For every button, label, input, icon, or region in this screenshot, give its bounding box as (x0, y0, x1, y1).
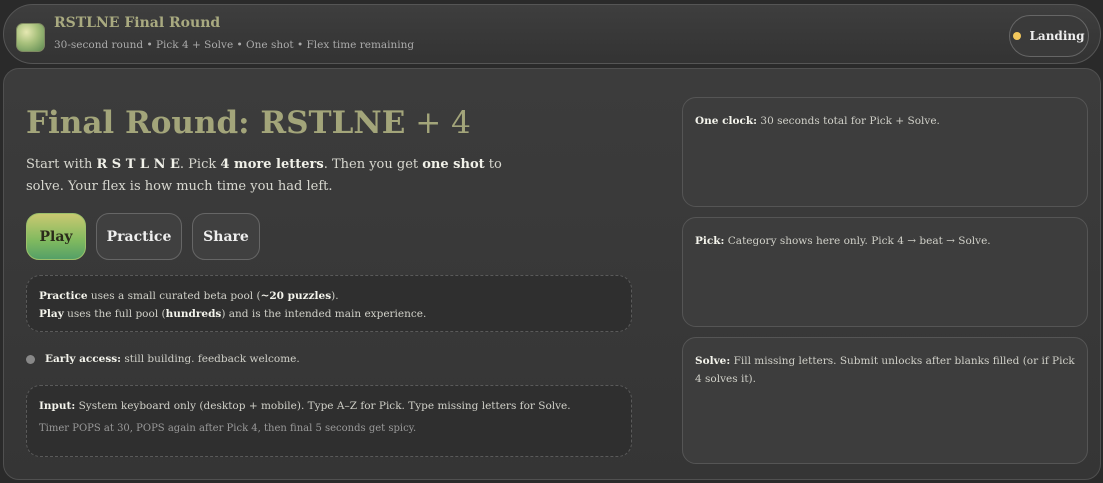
timer-note: Timer POPS at 30, POPS again after Pick … (39, 423, 417, 434)
input-label: Input: (39, 400, 76, 412)
pool-note-text: ). (331, 290, 339, 302)
intro-letters: R S T L N E (96, 157, 180, 172)
pool-note-practice: Practice uses a small curated beta pool … (39, 287, 619, 305)
practice-button[interactable]: Practice (96, 213, 182, 260)
share-button[interactable]: Share (192, 213, 260, 260)
app-logo-icon (16, 23, 45, 52)
card-text: 30 seconds total for Pick + Solve. (757, 115, 940, 127)
page-title-suffix: + 4 (405, 105, 471, 141)
card-pick: Pick: Category shows here only. Pick 4 →… (682, 217, 1088, 327)
card-label: Pick: (695, 235, 725, 247)
play-label: Play (39, 308, 64, 320)
page-title: Final Round: RSTLNE + 4 (26, 105, 471, 141)
play-count: hundreds (165, 308, 222, 320)
page-title-main: Final Round: RSTLNE (26, 105, 406, 141)
practice-count: ~20 puzzles (260, 290, 332, 302)
early-access-label: Early access: (45, 353, 122, 365)
pool-note-text: uses a small curated beta pool ( (87, 290, 261, 302)
pool-note-text: uses the full pool ( (63, 308, 166, 320)
input-note: Input: System keyboard only (desktop + m… (26, 385, 632, 457)
card-text: Fill missing letters. Submit unlocks aft… (695, 355, 1075, 385)
landing-label: Landing (1029, 29, 1085, 43)
intro-text: Start with R S T L N E. Pick 4 more lett… (26, 154, 536, 198)
early-access-body: still building. feedback welcome. (121, 353, 300, 365)
card-label: One clock: (695, 115, 758, 127)
card-text: Category shows here only. Pick 4 → beat … (724, 235, 991, 247)
main-panel: Final Round: RSTLNE + 4 Start with R S T… (3, 68, 1101, 480)
pool-note: Practice uses a small curated beta pool … (26, 275, 632, 332)
early-access-note: Early access: still building. feedback w… (26, 353, 300, 365)
input-note-line: Input: System keyboard only (desktop + m… (39, 397, 619, 415)
intro-part: . Pick (179, 157, 221, 172)
status-dot-icon (26, 354, 35, 364)
card-one-clock: One clock: 30 seconds total for Pick + S… (682, 97, 1088, 207)
play-button[interactable]: Play (26, 213, 86, 260)
status-dot-icon (1013, 32, 1022, 40)
early-access-text: Early access: still building. feedback w… (45, 353, 300, 365)
intro-part: Start with (26, 157, 97, 172)
intro-more-letters: 4 more letters (220, 157, 324, 172)
intro-part: . Then you get (323, 157, 423, 172)
app-subtitle: 30-second round • Pick 4 + Solve • One s… (54, 39, 415, 51)
app-title: RSTLNE Final Round (54, 15, 221, 31)
pool-note-play: Play uses the full pool (hundreds) and i… (39, 305, 619, 323)
card-solve: Solve: Fill missing letters. Submit unlo… (682, 337, 1088, 464)
top-bar: RSTLNE Final Round 30-second round • Pic… (3, 4, 1101, 64)
intro-one-shot: one shot (422, 157, 485, 172)
pool-note-text: ) and is the intended main experience. (221, 308, 427, 320)
input-text: System keyboard only (desktop + mobile).… (75, 400, 571, 412)
card-label: Solve: (695, 355, 731, 367)
landing-button[interactable]: Landing (1009, 15, 1089, 57)
practice-label: Practice (39, 290, 88, 302)
